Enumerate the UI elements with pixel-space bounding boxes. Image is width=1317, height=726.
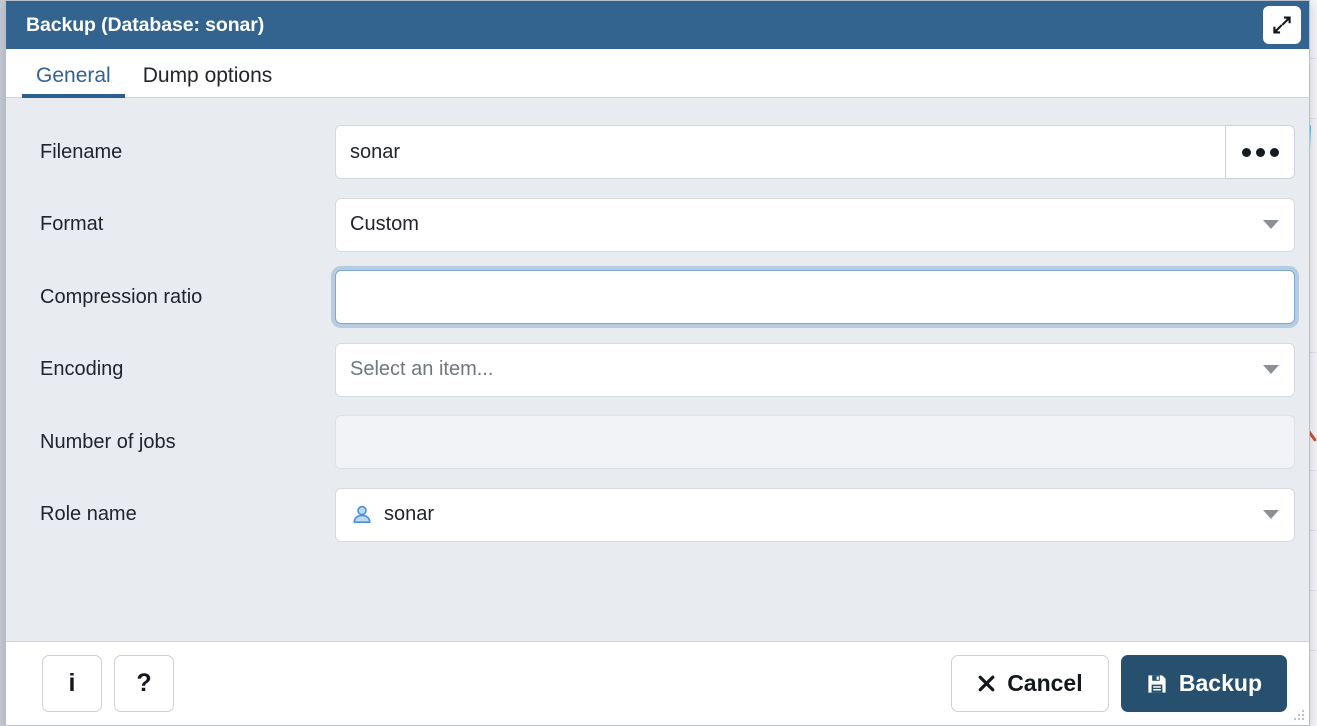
cross-icon <box>978 675 995 692</box>
save-floppy-icon <box>1148 674 1166 693</box>
info-button[interactable]: i <box>42 655 102 712</box>
ellipsis-icon <box>1241 147 1279 157</box>
info-icon: i <box>68 669 76 697</box>
dialog-body: Filename sonar Format Custom Compression… <box>6 98 1309 641</box>
form-row-encoding: Encoding Select an item... <box>20 334 1295 407</box>
form-row-number-of-jobs: Number of jobs <box>20 406 1295 479</box>
label-format: Format <box>40 213 104 236</box>
format-select[interactable]: Custom <box>335 197 1295 252</box>
tab-dump-options[interactable]: Dump options <box>127 65 289 97</box>
label-encoding: Encoding <box>40 358 124 381</box>
backup-dialog: Backup (Database: sonar) General Dump op… <box>5 0 1310 726</box>
control-filename: sonar <box>335 125 1295 180</box>
label-number-of-jobs: Number of jobs <box>40 430 176 453</box>
number-of-jobs-input <box>335 415 1295 470</box>
filename-input[interactable]: sonar <box>335 125 1225 180</box>
tab-general-label: General <box>36 64 111 87</box>
encoding-select[interactable]: Select an item... <box>335 342 1295 397</box>
form-row-role-name: Role name sonar <box>20 479 1295 552</box>
cancel-button-label: Cancel <box>1007 670 1083 696</box>
resize-grip-icon[interactable] <box>1292 708 1306 722</box>
help-button[interactable]: ? <box>114 655 174 712</box>
cancel-button[interactable]: Cancel <box>950 655 1109 712</box>
control-format: Custom <box>335 197 1295 252</box>
control-compression-ratio <box>335 270 1295 325</box>
expand-diagonal-icon <box>1273 16 1291 34</box>
role-name-select[interactable]: sonar <box>335 487 1295 542</box>
form-row-compression-ratio: Compression ratio <box>20 261 1295 334</box>
maximize-button[interactable] <box>1263 6 1301 44</box>
tab-dump-options-label: Dump options <box>142 64 273 87</box>
user-icon <box>353 505 371 523</box>
control-role-name: sonar <box>335 487 1295 542</box>
role-name-value-wrap: sonar <box>350 503 434 527</box>
control-encoding: Select an item... <box>335 342 1295 397</box>
backup-button-label: Backup <box>1178 670 1262 696</box>
backup-button[interactable]: Backup <box>1120 655 1287 712</box>
filename-browse-button[interactable] <box>1225 125 1295 180</box>
tab-strip: General Dump options <box>6 49 1309 98</box>
filename-input-group: sonar <box>335 125 1295 180</box>
label-role-name: Role name <box>40 503 137 526</box>
footer-left-group: i ? <box>42 655 174 712</box>
label-compression-ratio: Compression ratio <box>40 285 203 308</box>
dialog-title: Backup (Database: sonar) <box>26 13 265 36</box>
dialog-footer: i ? Cancel Backup <box>6 641 1309 725</box>
role-name-value: sonar <box>384 503 435 526</box>
compression-ratio-input[interactable] <box>335 270 1295 325</box>
form-row-filename: Filename sonar <box>20 116 1295 189</box>
dialog-titlebar[interactable]: Backup (Database: sonar) <box>6 1 1309 49</box>
tab-general[interactable]: General <box>20 64 127 98</box>
label-filename: Filename <box>40 140 123 163</box>
footer-right-group: Cancel Backup <box>950 655 1287 712</box>
control-number-of-jobs <box>335 415 1295 470</box>
form-row-format: Format Custom <box>20 189 1295 262</box>
question-mark-icon: ? <box>136 669 152 697</box>
